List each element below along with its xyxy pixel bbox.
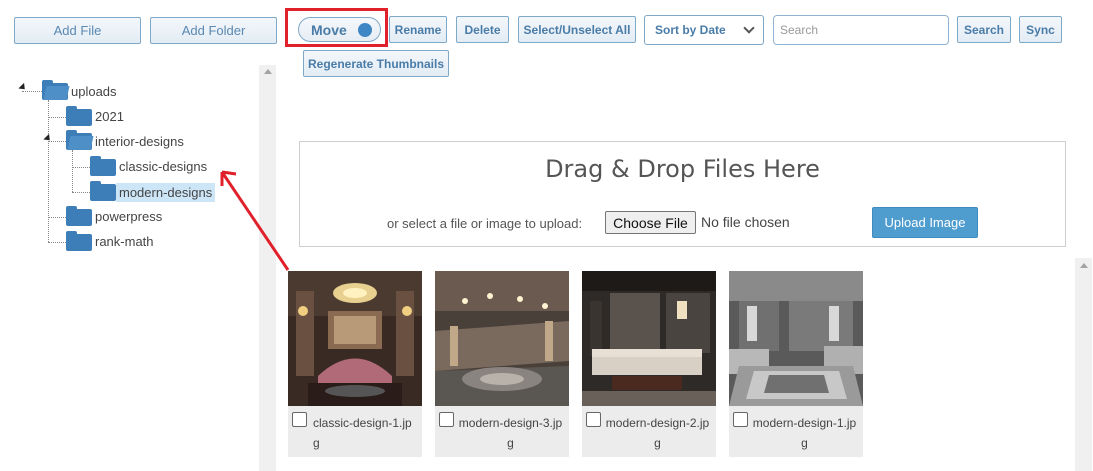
regenerate-thumbnails-button[interactable]: Regenerate Thumbnails: [303, 50, 449, 77]
scroll-up-icon[interactable]: [1079, 263, 1088, 268]
tree-line: [48, 217, 66, 218]
tree-item-uploads[interactable]: uploads: [71, 84, 117, 99]
file-name: modern-design-1.jpg: [752, 416, 857, 450]
file-checkbox[interactable]: [439, 412, 454, 427]
folder-icon: [66, 231, 92, 251]
scroll-up-icon[interactable]: [263, 69, 272, 74]
file-name: modern-design-3.jpg: [458, 416, 563, 450]
drop-zone-title: Drag & Drop Files Here: [545, 155, 820, 183]
delete-button[interactable]: Delete: [456, 16, 509, 43]
tree-line: [48, 117, 66, 118]
chevron-down-icon: [743, 22, 755, 34]
select-all-button[interactable]: Select/Unselect All: [518, 16, 636, 43]
upload-prompt: or select a file or image to upload:: [387, 216, 583, 231]
toggle-knob: [358, 23, 372, 37]
thumbnail-image[interactable]: [729, 271, 863, 406]
rename-button[interactable]: Rename: [389, 16, 447, 43]
thumbnail-image[interactable]: [582, 271, 716, 406]
search-input[interactable]: [773, 15, 949, 45]
file-name: modern-design-2.jpg: [605, 416, 710, 450]
file-status: No file chosen: [701, 214, 790, 230]
file-checkbox[interactable]: [292, 412, 307, 427]
tree-line: [22, 91, 42, 92]
sort-select[interactable]: Sort by Date: [644, 15, 764, 45]
folder-open-icon: [66, 130, 94, 150]
add-folder-button[interactable]: Add Folder: [150, 17, 277, 44]
file-caption: modern-design-2.jpg: [582, 406, 716, 457]
file-caption: modern-design-1.jpg: [729, 406, 863, 457]
sort-label: Sort by Date: [655, 23, 726, 37]
move-label: Move: [311, 21, 347, 38]
file-name: classic-design-1.jpg: [313, 416, 412, 450]
sync-button[interactable]: Sync: [1019, 16, 1062, 43]
tree-line: [72, 192, 90, 193]
tree-line: [48, 100, 49, 242]
folder-icon: [66, 206, 92, 226]
tree-line: [48, 242, 66, 243]
folder-icon: [90, 181, 116, 201]
search-button[interactable]: Search: [957, 16, 1011, 43]
thumbnail-image[interactable]: [288, 271, 422, 406]
upload-image-button[interactable]: Upload Image: [872, 207, 978, 238]
tree-scrollbar[interactable]: [259, 65, 276, 471]
file-checkbox[interactable]: [733, 412, 748, 427]
tree-line: [72, 150, 73, 192]
folder-open-icon: [42, 80, 70, 100]
file-caption: classic-design-1.jpg: [288, 406, 422, 457]
tree-line: [48, 141, 66, 142]
file-checkbox[interactable]: [586, 412, 601, 427]
add-file-button[interactable]: Add File: [14, 17, 141, 44]
choose-file-button[interactable]: Choose File: [605, 211, 696, 234]
tree-item-rank-math[interactable]: rank-math: [95, 234, 154, 249]
tree-item-modern-designs[interactable]: modern-designs: [116, 183, 216, 202]
tree-item-powerpress[interactable]: powerpress: [95, 209, 162, 224]
move-toggle[interactable]: Move: [298, 17, 381, 42]
folder-icon: [66, 106, 92, 126]
tree-item-2021[interactable]: 2021: [95, 109, 124, 124]
drop-zone[interactable]: Drag & Drop Files Here or select a file …: [299, 141, 1066, 247]
tree-item-classic-designs[interactable]: classic-designs: [119, 159, 207, 174]
tree-line: [72, 167, 90, 168]
tree-item-interior-designs[interactable]: interior-designs: [95, 134, 184, 149]
thumbnail-image[interactable]: [435, 271, 569, 406]
folder-icon: [90, 156, 116, 176]
files-scrollbar[interactable]: [1075, 258, 1092, 471]
file-caption: modern-design-3.jpg: [435, 406, 569, 457]
